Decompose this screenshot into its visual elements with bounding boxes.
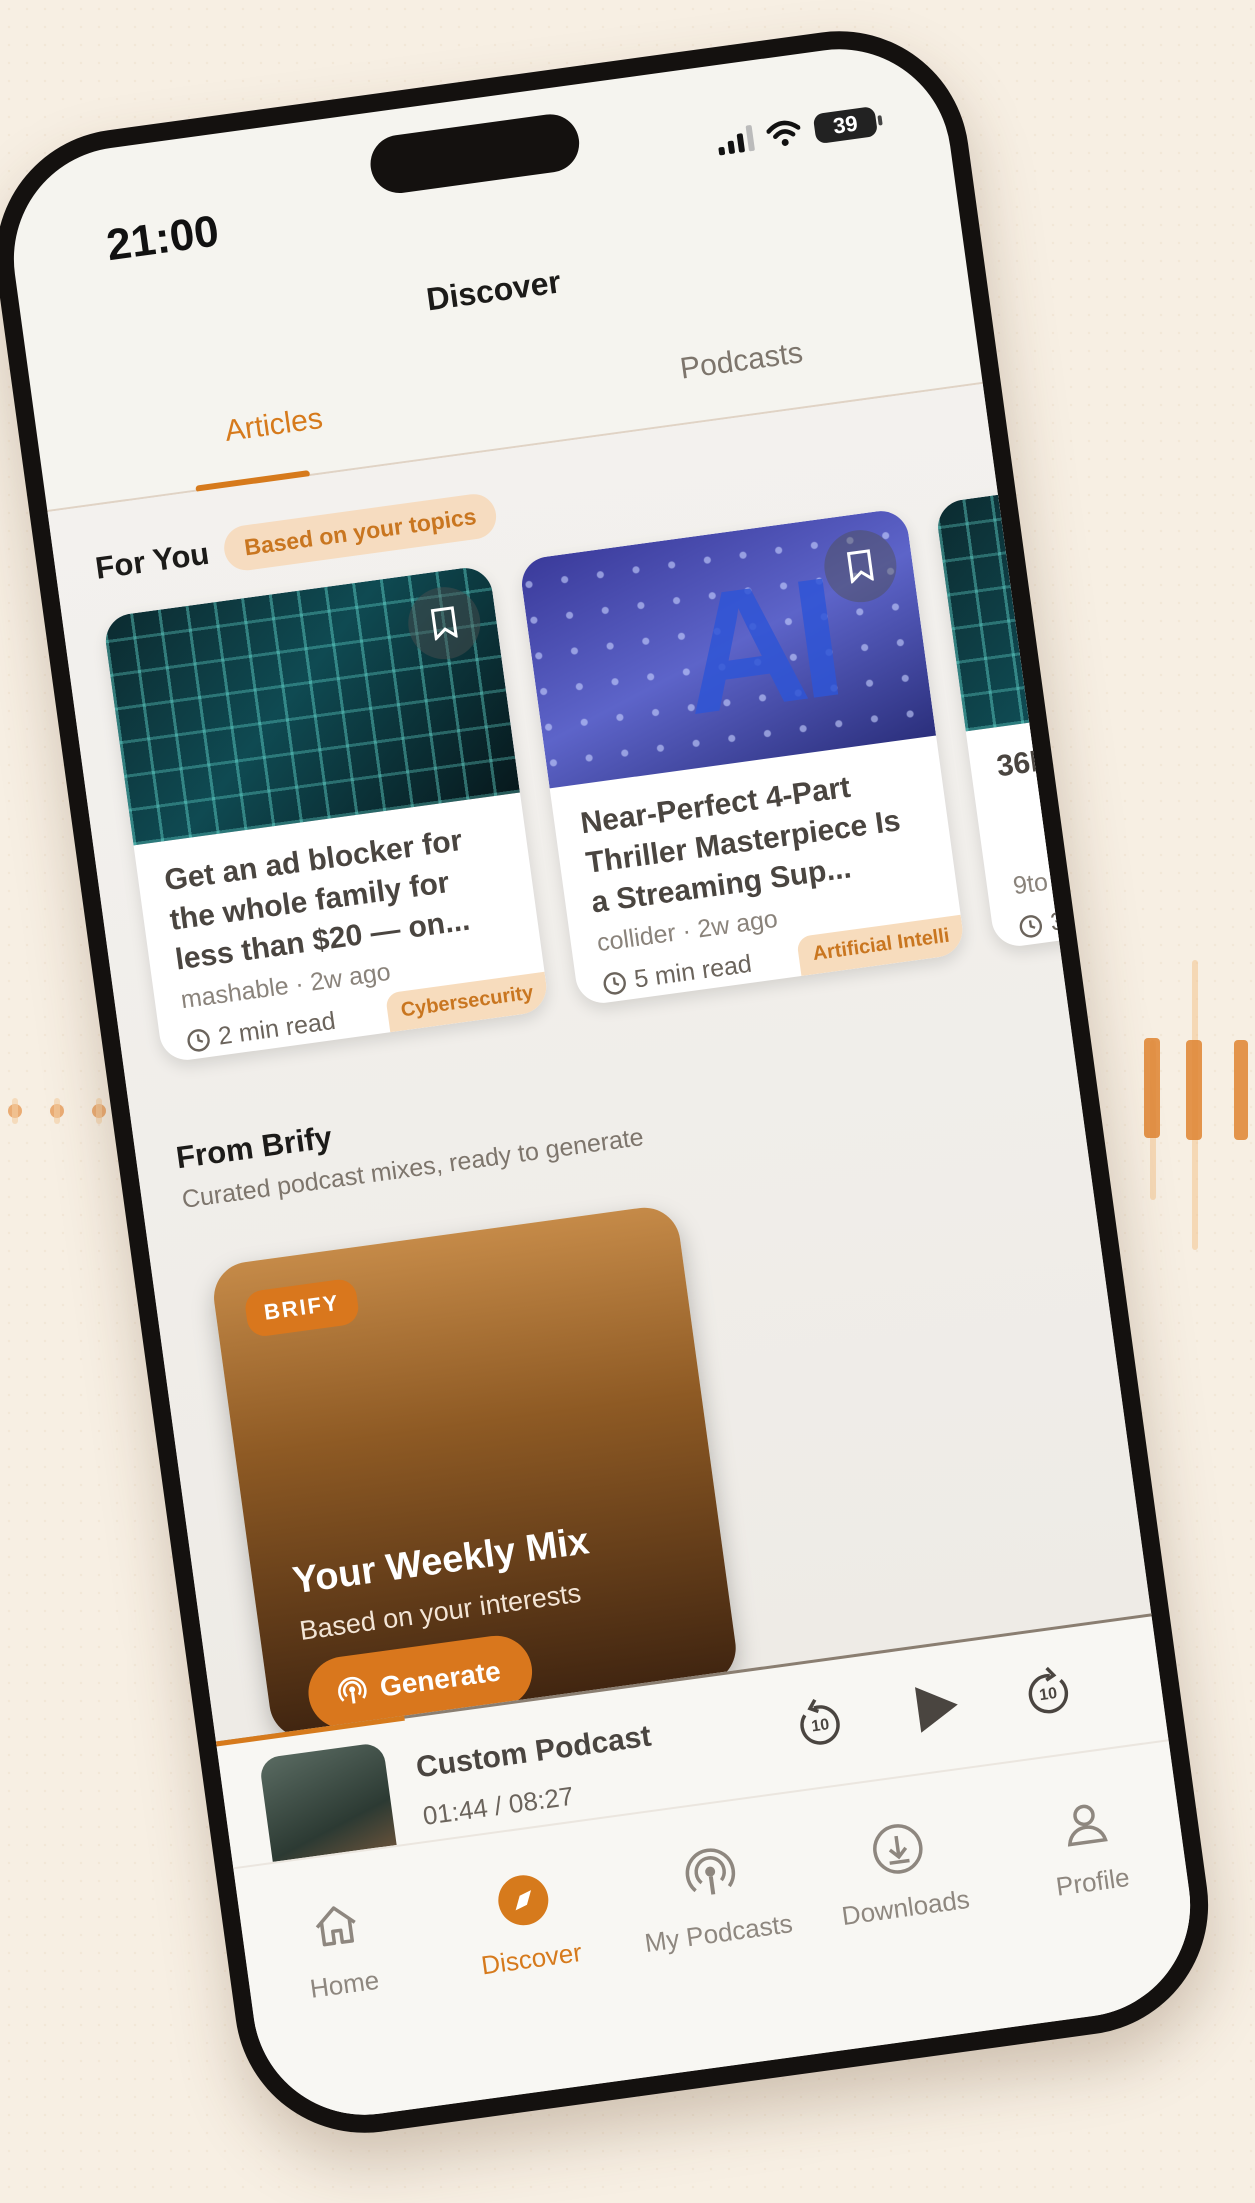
read-time: 2 min read [185,1007,338,1056]
article-card[interactable]: AI Near-Perfect 4-Part Thriller Masterpi… [518,507,966,1007]
bookmark-icon [430,606,458,641]
nav-downloads[interactable]: Downloads [800,1806,1001,1936]
main-content: For You Based on your topics Get an ad b… [47,383,1205,1745]
nav-label: Downloads [839,1883,972,1932]
nav-discover[interactable]: Discover [426,1858,627,1988]
nav-label: Discover [479,1936,584,1981]
bookmark-button[interactable] [403,582,485,664]
nav-my-podcasts[interactable]: My Podcasts [613,1832,814,1962]
signal-icon [716,124,756,156]
circuit-board-image [934,450,1205,732]
weekly-mix-card[interactable]: BRIFY Your Weekly Mix Based on your inte… [209,1203,741,1743]
skip-forward-icon: 10 [1028,1666,1069,1714]
skip-back-label: 10 [810,1716,830,1735]
decorative-wave-right [1140,960,1255,1260]
for-you-title: For You [93,535,212,586]
clock-icon [1019,914,1042,938]
skip-forward-button[interactable]: 10 [1013,1657,1083,1727]
podcast-icon [685,1848,736,1895]
brify-badge: BRIFY [243,1277,361,1339]
download-icon [872,1824,923,1874]
compass-icon [498,1875,549,1926]
dynamic-island [366,110,583,197]
home-icon [316,1906,357,1947]
nav-label: Profile [1054,1861,1132,1902]
player-title: Custom Podcast [414,1719,654,1785]
nav-label: My Podcasts [642,1908,795,1959]
ai-graphic: AI [670,542,845,752]
read-time-label: 5 min read [632,949,754,994]
battery-icon: 39 [812,106,879,145]
skip-back-button[interactable]: 10 [785,1688,855,1758]
status-time: 21:00 [103,206,222,271]
article-card[interactable]: Get an ad blocker for the whole family f… [102,564,550,1064]
clock-icon [187,1028,210,1052]
app-screen: 21:00 39 Discover Articles Podcasts For … [0,35,1205,2129]
status-icons: 39 [716,106,879,157]
clock-icon [603,971,626,995]
read-time-label: 2 min read [216,1006,338,1051]
nav-home[interactable]: Home [239,1883,440,2013]
topics-badge: Based on your topics [221,491,500,574]
nav-label: Home [308,1964,381,2004]
article-headline: 36M cus dat [994,727,1170,784]
article-carousel[interactable]: Get an ad blocker for the whole family f… [102,450,1205,1073]
play-button[interactable] [902,1672,972,1742]
wifi-icon [766,120,801,146]
read-time: 5 min read [601,950,754,999]
bookmark-icon [846,549,875,584]
phone-mockup: 21:00 39 Discover Articles Podcasts For … [0,14,1225,2150]
user-icon [1067,1804,1108,1847]
generate-label: Generate [377,1655,503,1703]
bookmark-button[interactable] [819,525,901,607]
skip-back-icon: 10 [800,1698,840,1745]
nav-profile[interactable]: Profile [987,1781,1188,1911]
podcast-icon [338,1676,367,1704]
play-icon [915,1687,958,1733]
skip-forward-label: 10 [1038,1685,1058,1704]
from-brify-header: From Brify Curated podcast mixes, ready … [174,1077,645,1214]
article-card[interactable]: 36M cus dat 9to 3 [934,450,1205,950]
